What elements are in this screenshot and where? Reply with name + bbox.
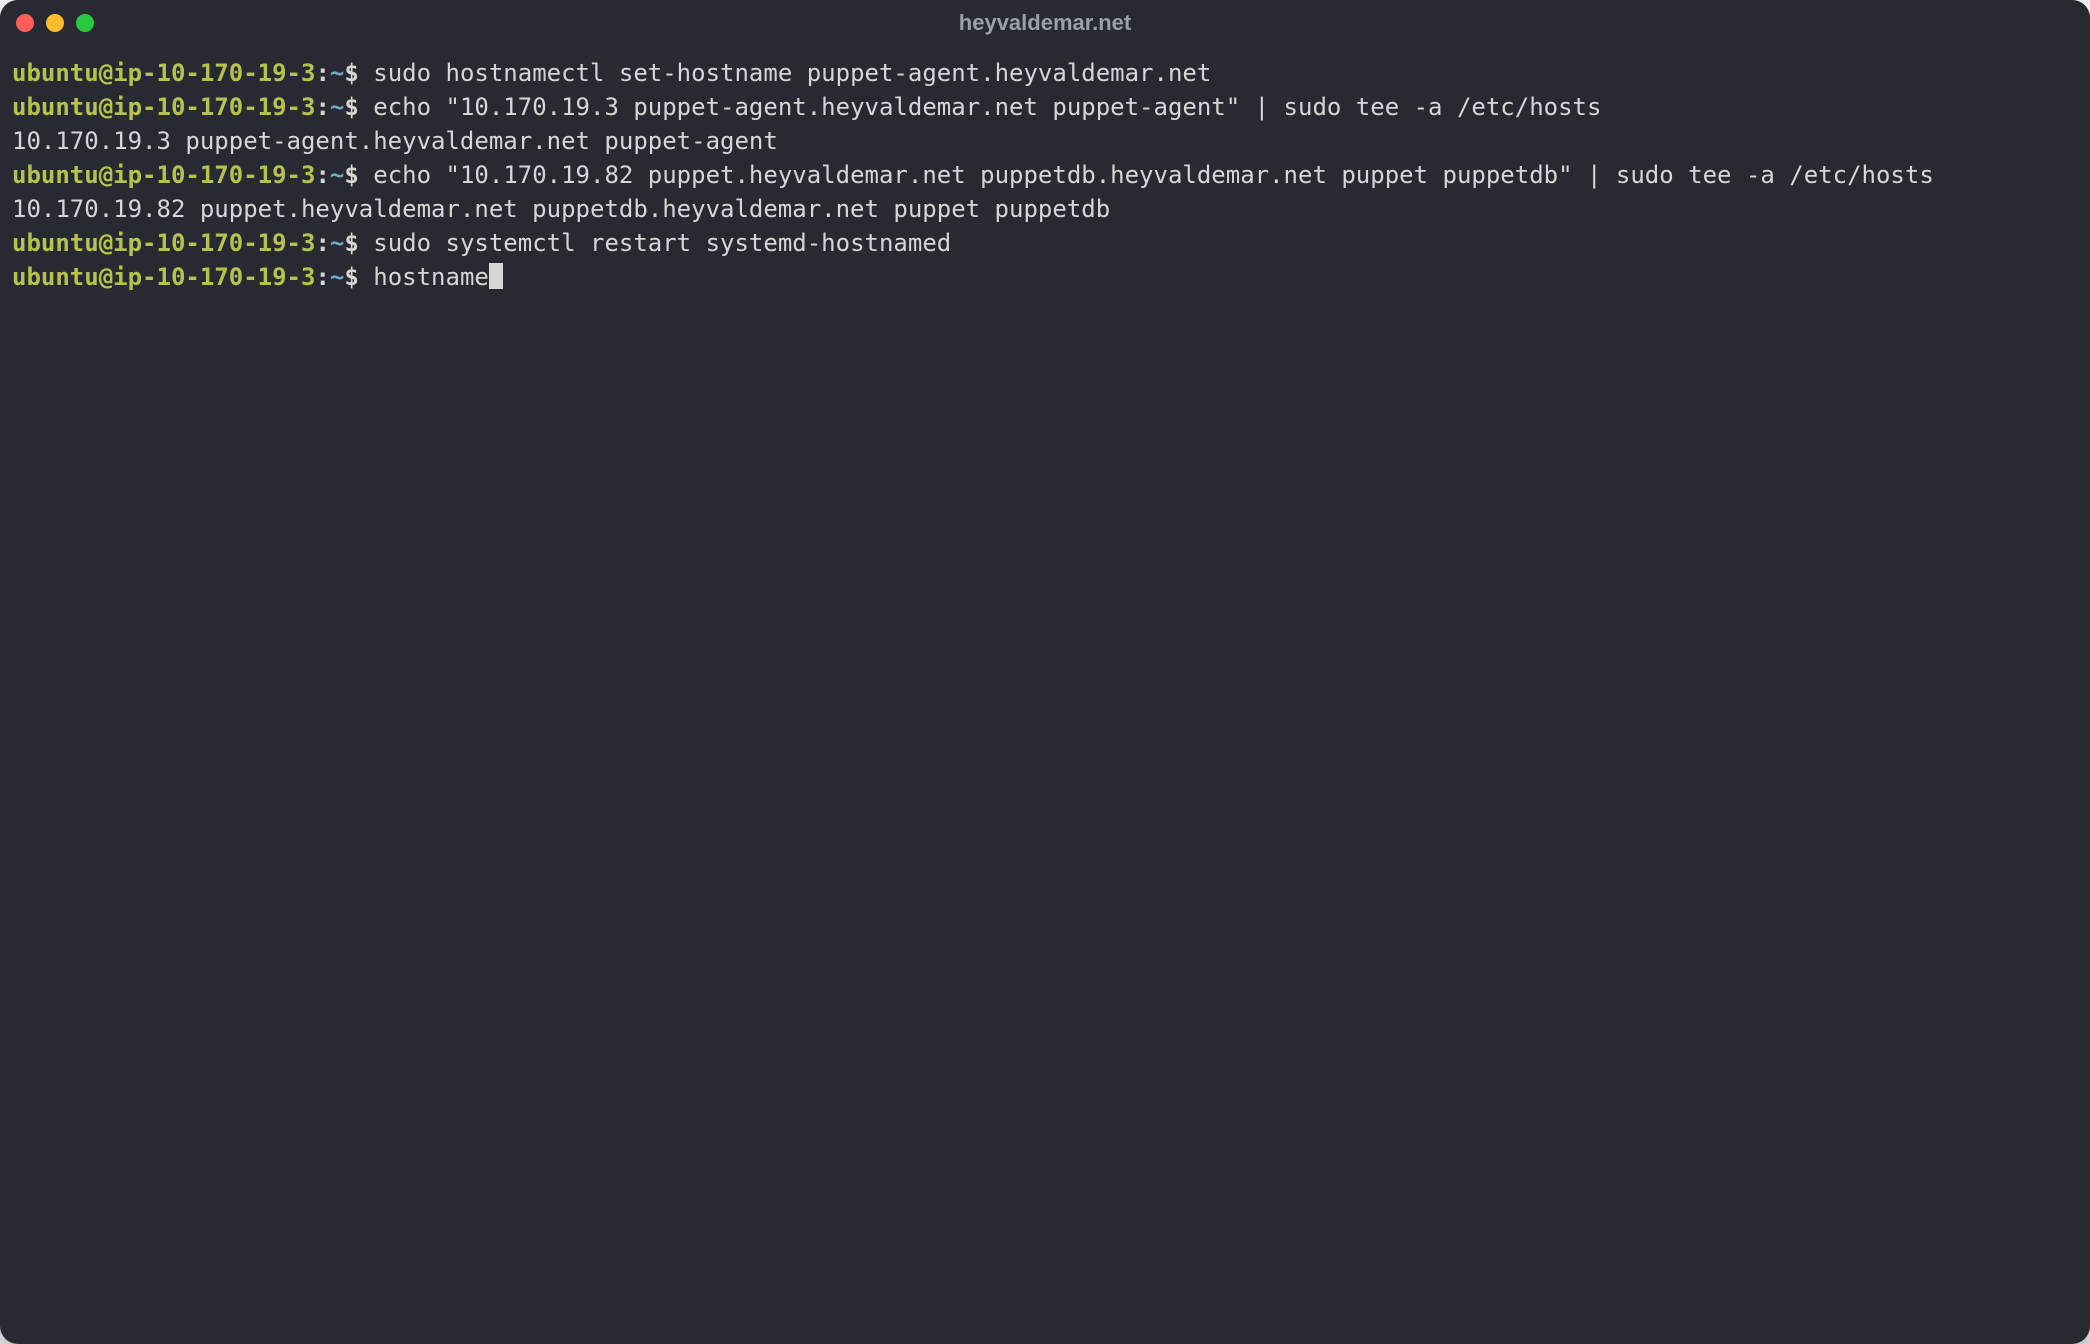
prompt-colon: : [315, 263, 329, 291]
prompt-path: ~ [330, 59, 344, 87]
prompt-dollar: $ [344, 229, 358, 257]
prompt-dollar: $ [344, 59, 358, 87]
terminal-window: heyvaldemar.net ubuntu@ip-10-170-19-3:~$… [0, 0, 2090, 1344]
prompt-path: ~ [330, 93, 344, 121]
prompt-dollar: $ [344, 161, 358, 189]
prompt-path: ~ [330, 263, 344, 291]
output-1: 10.170.19.3 puppet-agent.heyvaldemar.net… [12, 127, 778, 155]
command-1: sudo hostnamectl set-hostname puppet-age… [373, 59, 1211, 87]
prompt-dollar: $ [344, 93, 358, 121]
minimize-icon[interactable] [46, 14, 64, 32]
prompt-path: ~ [330, 229, 344, 257]
command-5: hostname [373, 263, 489, 291]
prompt-colon: : [315, 161, 329, 189]
prompt-user: ubuntu@ip-10-170-19-3 [12, 93, 315, 121]
prompt-path: ~ [330, 161, 344, 189]
output-2: 10.170.19.82 puppet.heyvaldemar.net pupp… [12, 195, 1110, 223]
prompt-dollar: $ [344, 263, 358, 291]
traffic-lights [16, 14, 94, 32]
cursor-icon [489, 263, 503, 289]
close-icon[interactable] [16, 14, 34, 32]
command-4: sudo systemctl restart systemd-hostnamed [373, 229, 951, 257]
zoom-icon[interactable] [76, 14, 94, 32]
prompt-user: ubuntu@ip-10-170-19-3 [12, 229, 315, 257]
terminal-body[interactable]: ubuntu@ip-10-170-19-3:~$ sudo hostnamect… [0, 46, 2090, 1344]
prompt-colon: : [315, 93, 329, 121]
prompt-colon: : [315, 229, 329, 257]
prompt-colon: : [315, 59, 329, 87]
prompt-user: ubuntu@ip-10-170-19-3 [12, 161, 315, 189]
prompt-user: ubuntu@ip-10-170-19-3 [12, 263, 315, 291]
command-2: echo "10.170.19.3 puppet-agent.heyvaldem… [373, 93, 1601, 121]
window-title: heyvaldemar.net [0, 10, 2090, 36]
prompt-user: ubuntu@ip-10-170-19-3 [12, 59, 315, 87]
title-bar: heyvaldemar.net [0, 0, 2090, 46]
command-3: echo "10.170.19.82 puppet.heyvaldemar.ne… [373, 161, 1934, 189]
